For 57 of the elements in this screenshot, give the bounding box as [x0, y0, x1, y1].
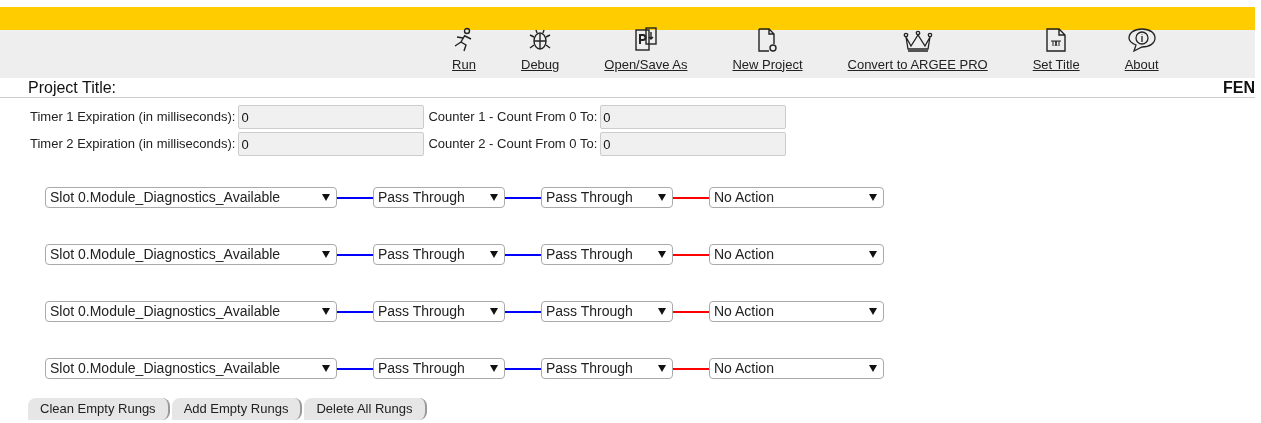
- dropdown-caret-icon: [490, 308, 498, 315]
- dropdown-caret-icon: [490, 194, 498, 201]
- toolbar-link[interactable]: About: [1124, 26, 1159, 74]
- txt-file-icon: [1044, 26, 1069, 53]
- setting-label: Timer 2 Expiration (in milliseconds):: [30, 135, 236, 154]
- setting-label: Timer 1 Expiration (in milliseconds):: [30, 108, 236, 127]
- stage-select[interactable]: Pass Through: [373, 301, 505, 322]
- toolbar-link[interactable]: Set Title: [1032, 26, 1080, 74]
- stage-select[interactable]: Pass Through: [373, 244, 505, 265]
- setting-input-field[interactable]: 0: [238, 132, 425, 156]
- dropdown-caret-icon: [869, 365, 877, 372]
- stage-select[interactable]: Pass Through: [541, 358, 673, 379]
- document-p-icon: [633, 26, 658, 53]
- setting-label: Counter 2 - Count From 0 To:: [428, 135, 598, 154]
- condition-select[interactable]: Slot 0.Module_Diagnostics_Available: [45, 244, 337, 265]
- dropdown-caret-icon: [869, 194, 877, 201]
- stage-select[interactable]: Pass Through: [541, 244, 673, 265]
- action-select[interactable]: No Action: [709, 244, 884, 265]
- dropdown-caret-icon: [658, 194, 666, 201]
- dropdown-caret-icon: [322, 194, 330, 201]
- dropdown-caret-icon: [658, 365, 666, 372]
- toolbar-link[interactable]: Debug: [521, 26, 560, 74]
- toolbar-link[interactable]: Open/Save As: [604, 26, 688, 74]
- dropdown-caret-icon: [869, 251, 877, 258]
- rung-action-button[interactable]: Delete All Rungs: [304, 398, 427, 420]
- dropdown-caret-icon: [322, 308, 330, 315]
- setting-input-field[interactable]: 0: [600, 105, 787, 129]
- dropdown-caret-icon: [490, 251, 498, 258]
- stage-select[interactable]: Pass Through: [373, 358, 505, 379]
- crown-icon: [902, 28, 933, 53]
- stage-select[interactable]: Pass Through: [541, 187, 673, 208]
- setting-label: Counter 1 - Count From 0 To:: [428, 108, 598, 127]
- info-bubble-icon: [1126, 26, 1157, 53]
- rung-action-button[interactable]: Clean Empty Rungs: [28, 398, 170, 420]
- action-select[interactable]: No Action: [709, 301, 884, 322]
- dropdown-caret-icon: [490, 365, 498, 372]
- condition-select[interactable]: Slot 0.Module_Diagnostics_Available: [45, 301, 337, 322]
- toolbar-link[interactable]: Run: [452, 26, 476, 74]
- rung-action-button[interactable]: Add Empty Rungs: [171, 398, 303, 420]
- new-document-icon: [755, 26, 780, 53]
- project-title-label: Project Title:: [28, 77, 117, 98]
- toolbar-link[interactable]: Convert to ARGEE PRO: [847, 28, 988, 74]
- project-code-text: FEN: [1223, 77, 1255, 98]
- dropdown-caret-icon: [658, 251, 666, 258]
- dropdown-caret-icon: [322, 251, 330, 258]
- dropdown-caret-icon: [869, 308, 877, 315]
- dropdown-caret-icon: [658, 308, 666, 315]
- toolbar-link[interactable]: New Project: [732, 26, 803, 74]
- action-select[interactable]: No Action: [709, 187, 884, 208]
- stage-select[interactable]: Pass Through: [373, 187, 505, 208]
- setting-input-field[interactable]: 0: [238, 105, 425, 129]
- condition-select[interactable]: Slot 0.Module_Diagnostics_Available: [45, 358, 337, 379]
- stage-select[interactable]: Pass Through: [541, 301, 673, 322]
- dropdown-caret-icon: [322, 365, 330, 372]
- condition-select[interactable]: Slot 0.Module_Diagnostics_Available: [45, 187, 337, 208]
- action-select[interactable]: No Action: [709, 358, 884, 379]
- setting-input-field[interactable]: 0: [600, 132, 787, 156]
